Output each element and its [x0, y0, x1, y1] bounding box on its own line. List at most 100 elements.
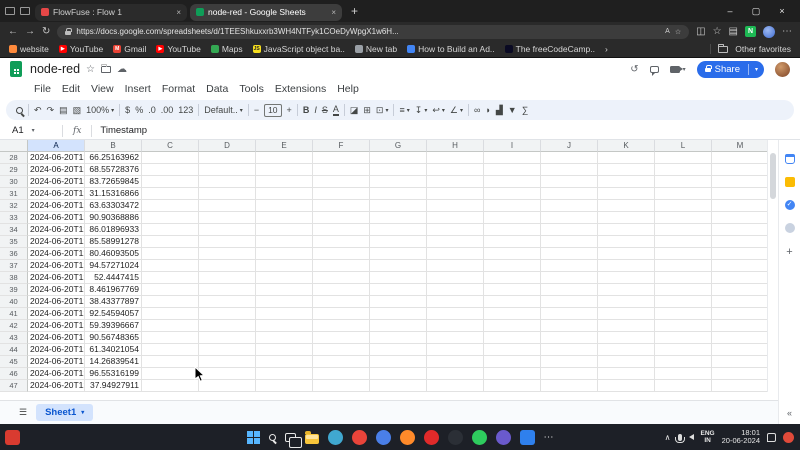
- redo-icon[interactable]: ↷: [47, 105, 55, 116]
- row-header-32[interactable]: 32: [0, 200, 28, 212]
- start-button-icon[interactable]: [247, 431, 260, 444]
- cell-M39[interactable]: [712, 284, 769, 296]
- format-as-currency-icon[interactable]: $: [125, 105, 130, 115]
- cell-L33[interactable]: [655, 212, 712, 224]
- text-rotation[interactable]: ∠▾: [450, 105, 463, 116]
- cell-K41[interactable]: [598, 308, 655, 320]
- cell-B38[interactable]: 52.4447415: [85, 272, 142, 284]
- cell-B28[interactable]: 66.25163962: [85, 152, 142, 164]
- cell-E35[interactable]: [256, 236, 313, 248]
- other-favorites[interactable]: Other favorites: [710, 44, 791, 54]
- row-header-34[interactable]: 34: [0, 224, 28, 236]
- row-header-36[interactable]: 36: [0, 248, 28, 260]
- read-aloud-icon[interactable]: A: [665, 28, 670, 35]
- browser-blue-icon[interactable]: [376, 430, 391, 445]
- cell-G40[interactable]: [370, 296, 427, 308]
- cell-J37[interactable]: [541, 260, 598, 272]
- cell-J31[interactable]: [541, 188, 598, 200]
- column-header-L[interactable]: L: [655, 140, 712, 152]
- hidden-icons-chevron[interactable]: ∧: [665, 433, 671, 442]
- cell-M45[interactable]: [712, 356, 769, 368]
- cell-B29[interactable]: 68.55728376: [85, 164, 142, 176]
- cell-B42[interactable]: 59.39396667: [85, 320, 142, 332]
- cell-F46[interactable]: [313, 368, 370, 380]
- cell-A29[interactable]: 2024-06-20T12:2: [28, 164, 85, 176]
- cell-H45[interactable]: [427, 356, 484, 368]
- bookmark-item[interactable]: ▶YouTube: [59, 44, 103, 54]
- bookmarks-overflow-icon[interactable]: ›: [605, 44, 608, 54]
- cell-L39[interactable]: [655, 284, 712, 296]
- volume-icon[interactable]: [689, 434, 694, 440]
- cell-D35[interactable]: [199, 236, 256, 248]
- menu-tools[interactable]: Tools: [239, 83, 264, 95]
- cell-G35[interactable]: [370, 236, 427, 248]
- cell-H39[interactable]: [427, 284, 484, 296]
- cell-G36[interactable]: [370, 248, 427, 260]
- cell-A28[interactable]: 2024-06-20T12:2: [28, 152, 85, 164]
- cell-I39[interactable]: [484, 284, 541, 296]
- cell-F32[interactable]: [313, 200, 370, 212]
- cell-G37[interactable]: [370, 260, 427, 272]
- text-color-icon[interactable]: A: [333, 104, 339, 116]
- cell-M38[interactable]: [712, 272, 769, 284]
- menu-format[interactable]: Format: [162, 83, 195, 95]
- cell-F29[interactable]: [313, 164, 370, 176]
- cell-L41[interactable]: [655, 308, 712, 320]
- decrease-font-size-icon[interactable]: −: [254, 105, 259, 115]
- bookmark-item[interactable]: MGmail: [113, 44, 146, 54]
- cell-B43[interactable]: 90.56748365: [85, 332, 142, 344]
- cell-J46[interactable]: [541, 368, 598, 380]
- cell-K37[interactable]: [598, 260, 655, 272]
- cell-C29[interactable]: [142, 164, 199, 176]
- cell-F38[interactable]: [313, 272, 370, 284]
- workspace-icon[interactable]: [5, 7, 15, 15]
- font-size[interactable]: 10: [264, 104, 281, 117]
- cell-G32[interactable]: [370, 200, 427, 212]
- sheet-tab-menu-icon[interactable]: ▾: [81, 409, 84, 416]
- cell-H42[interactable]: [427, 320, 484, 332]
- font-family[interactable]: Default..▾: [204, 105, 243, 115]
- cell-K28[interactable]: [598, 152, 655, 164]
- create-filter-icon[interactable]: ▼: [508, 105, 517, 115]
- cell-A39[interactable]: 2024-06-20T12:2: [28, 284, 85, 296]
- cell-H33[interactable]: [427, 212, 484, 224]
- cell-G41[interactable]: [370, 308, 427, 320]
- more-formats-icon[interactable]: 123: [178, 105, 193, 115]
- cell-G42[interactable]: [370, 320, 427, 332]
- vscode-icon[interactable]: [520, 430, 535, 445]
- cell-M44[interactable]: [712, 344, 769, 356]
- cell-I38[interactable]: [484, 272, 541, 284]
- cell-A38[interactable]: 2024-06-20T12:2: [28, 272, 85, 284]
- menu-extensions[interactable]: Extensions: [275, 83, 326, 95]
- cell-G43[interactable]: [370, 332, 427, 344]
- menu-file[interactable]: File: [34, 83, 51, 95]
- cell-E37[interactable]: [256, 260, 313, 272]
- task-view-icon[interactable]: [285, 433, 296, 442]
- cell-L45[interactable]: [655, 356, 712, 368]
- row-header-40[interactable]: 40: [0, 296, 28, 308]
- extension-icon[interactable]: N: [745, 26, 756, 37]
- cell-B32[interactable]: 63.63303472: [85, 200, 142, 212]
- cell-I35[interactable]: [484, 236, 541, 248]
- cell-F41[interactable]: [313, 308, 370, 320]
- clock[interactable]: 18:01 20-06-2024: [722, 429, 760, 446]
- cell-E28[interactable]: [256, 152, 313, 164]
- cell-F31[interactable]: [313, 188, 370, 200]
- column-header-H[interactable]: H: [427, 140, 484, 152]
- cell-G39[interactable]: [370, 284, 427, 296]
- all-sheets-button[interactable]: ☰: [19, 407, 27, 418]
- menu-edit[interactable]: Edit: [62, 83, 80, 95]
- column-header-F[interactable]: F: [313, 140, 370, 152]
- microphone-icon[interactable]: [678, 434, 682, 441]
- cell-M47[interactable]: [712, 380, 769, 392]
- cell-J39[interactable]: [541, 284, 598, 296]
- whatsapp-icon[interactable]: [472, 430, 487, 445]
- cell-M28[interactable]: [712, 152, 769, 164]
- cell-I28[interactable]: [484, 152, 541, 164]
- cell-L38[interactable]: [655, 272, 712, 284]
- functions-icon[interactable]: ∑: [522, 105, 528, 115]
- cell-F30[interactable]: [313, 176, 370, 188]
- cell-D43[interactable]: [199, 332, 256, 344]
- cell-M30[interactable]: [712, 176, 769, 188]
- cell-M33[interactable]: [712, 212, 769, 224]
